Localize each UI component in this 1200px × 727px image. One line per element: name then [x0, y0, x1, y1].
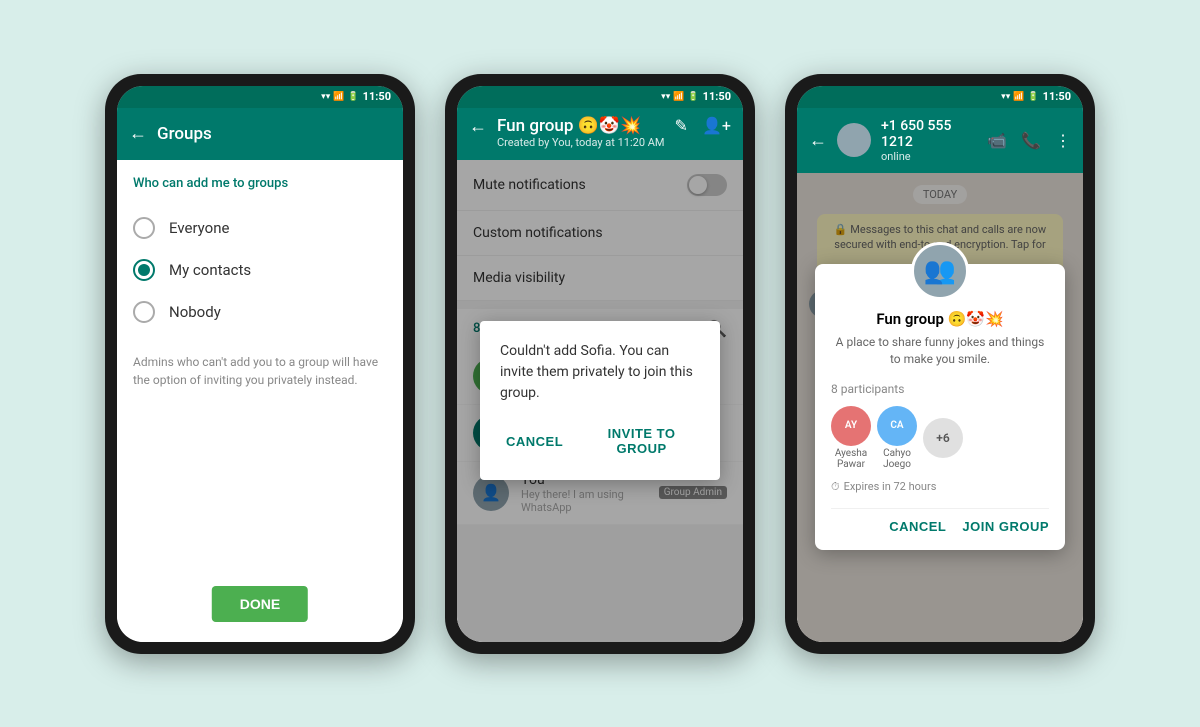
- radio-nobody[interactable]: Nobody: [133, 291, 387, 333]
- invite-description: A place to share funny jokes and things …: [831, 334, 1049, 368]
- status-time-2: 11:50: [703, 90, 731, 103]
- app-bar-group-info: Fun group 🙃🤡💥 Created by You, today at 1…: [497, 116, 665, 149]
- groups-content: Who can add me to groups Everyone My con…: [117, 160, 403, 405]
- screen-content-1: Who can add me to groups Everyone My con…: [117, 160, 403, 642]
- battery-icon: 🔋: [347, 92, 358, 102]
- wifi-icon-3: ▾▾: [1001, 92, 1010, 102]
- wifi-icon: ▾▾: [321, 92, 330, 102]
- video-call-icon[interactable]: 📹: [987, 131, 1007, 150]
- contact-number: +1 650 555 1212: [881, 118, 977, 150]
- back-button-1[interactable]: ←: [129, 123, 147, 144]
- radio-everyone[interactable]: Everyone: [133, 207, 387, 249]
- dialog-cancel-button[interactable]: CANCEL: [500, 422, 569, 460]
- back-button-2[interactable]: ←: [469, 116, 487, 137]
- dialog-overlay: Couldn't add Sofia. You can invite them …: [457, 160, 743, 642]
- screen-content-3: TODAY 🔒 Messages to this chat and calls …: [797, 173, 1083, 642]
- group-invite-overlay: 👥 Fun group 🙃🤡💥 A place to share funny j…: [797, 173, 1083, 642]
- signal-icon: 📶: [333, 92, 344, 102]
- app-bar-title-1: Groups: [157, 124, 391, 144]
- radio-dot-my-contacts: [138, 264, 150, 276]
- phone-3: ▾▾ 📶 🔋 11:50 ← +1 650 555 1212 online 📹 …: [785, 74, 1095, 654]
- phone-1: ▾▾ 📶 🔋 11:50 ← Groups Who can add me to …: [105, 74, 415, 654]
- contact-avatar: [837, 123, 871, 157]
- status-bar-2: ▾▾ 📶 🔋 11:50: [457, 86, 743, 108]
- edit-icon[interactable]: ✎: [675, 116, 688, 135]
- status-icons-3: ▾▾ 📶 🔋: [1001, 92, 1038, 102]
- invite-expiry: ⏱ Expires in 72 hours: [831, 480, 1049, 494]
- invite-group-avatar: 👥: [911, 242, 969, 300]
- radio-circle-nobody: [133, 301, 155, 323]
- invite-name-ayesha: AyeshaPawar: [835, 448, 867, 470]
- phone-call-icon[interactable]: 📞: [1021, 131, 1041, 150]
- radio-circle-my-contacts: [133, 259, 155, 281]
- status-icons-2: ▾▾ 📶 🔋: [661, 92, 698, 102]
- signal-icon-2: 📶: [673, 92, 684, 102]
- app-bar-1: ← Groups: [117, 108, 403, 160]
- status-bar-1: ▾▾ 📶 🔋 11:50: [117, 86, 403, 108]
- app-bar-icons-2: ✎ 👤+: [675, 116, 731, 135]
- status-icons-1: ▾▾ 📶 🔋: [321, 92, 358, 102]
- invite-avatar-cahyo: CA: [877, 406, 917, 446]
- invite-participants-count: 8 participants: [831, 382, 1049, 396]
- app-bar-3: ← +1 650 555 1212 online 📹 📞 ⋮: [797, 108, 1083, 173]
- phones-container: ▾▾ 📶 🔋 11:50 ← Groups Who can add me to …: [0, 54, 1200, 674]
- invite-avatar-ayesha: AY: [831, 406, 871, 446]
- join-group-button[interactable]: JOIN GROUP: [962, 519, 1049, 534]
- dialog-actions: CANCEL INVITE TO GROUP: [500, 422, 700, 460]
- radio-label-nobody: Nobody: [169, 303, 221, 321]
- battery-icon-2: 🔋: [687, 92, 698, 102]
- radio-my-contacts[interactable]: My contacts: [133, 249, 387, 291]
- groups-hint: Admins who can't add you to a group will…: [133, 353, 387, 389]
- dialog-box: Couldn't add Sofia. You can invite them …: [480, 321, 720, 480]
- app-bar-icons-3: 📹 📞 ⋮: [987, 131, 1071, 150]
- status-time-1: 11:50: [363, 90, 391, 103]
- signal-icon-3: 📶: [1013, 92, 1024, 102]
- invite-person-1: AY AyeshaPawar: [831, 406, 871, 470]
- group-invite-card: 👥 Fun group 🙃🤡💥 A place to share funny j…: [815, 264, 1065, 550]
- invite-name-cahyo: CahyoJoego: [883, 448, 911, 470]
- expiry-text: Expires in 72 hours: [844, 480, 937, 493]
- battery-icon-3: 🔋: [1027, 92, 1038, 102]
- radio-label-everyone: Everyone: [169, 219, 229, 237]
- invite-person-2: CA CahyoJoego: [877, 406, 917, 470]
- invite-avatars: AY AyeshaPawar CA CahyoJoego +6: [831, 406, 1049, 470]
- status-time-3: 11:50: [1043, 90, 1071, 103]
- wifi-icon-2: ▾▾: [661, 92, 670, 102]
- done-button[interactable]: DONE: [212, 586, 308, 622]
- back-button-3[interactable]: ←: [809, 130, 827, 151]
- dialog-invite-button[interactable]: INVITE TO GROUP: [583, 422, 700, 460]
- contact-status: online: [881, 150, 977, 163]
- invite-avatar-more: +6: [923, 418, 963, 458]
- invite-cancel-button[interactable]: CANCEL: [889, 519, 946, 534]
- more-options-icon[interactable]: ⋮: [1055, 131, 1071, 150]
- add-person-icon[interactable]: 👤+: [702, 116, 731, 135]
- group-created-by: Created by You, today at 11:20 AM: [497, 136, 665, 149]
- phone-2: ▾▾ 📶 🔋 11:50 ← Fun group 🙃🤡💥 Created by …: [445, 74, 755, 654]
- who-can-add-label: Who can add me to groups: [133, 176, 387, 191]
- radio-label-my-contacts: My contacts: [169, 261, 251, 279]
- screen-content-2: Mute notifications Custom notifications …: [457, 160, 743, 642]
- invite-group-name: Fun group 🙃🤡💥: [831, 310, 1049, 328]
- invite-person-more: +6: [923, 418, 963, 458]
- app-bar-2: ← Fun group 🙃🤡💥 Created by You, today at…: [457, 108, 743, 160]
- status-bar-3: ▾▾ 📶 🔋 11:50: [797, 86, 1083, 108]
- radio-circle-everyone: [133, 217, 155, 239]
- group-name-header: Fun group 🙃🤡💥: [497, 116, 665, 136]
- clock-icon: ⏱: [831, 480, 840, 494]
- contact-info: +1 650 555 1212 online: [881, 118, 977, 163]
- dialog-message: Couldn't add Sofia. You can invite them …: [500, 341, 700, 404]
- invite-actions: CANCEL JOIN GROUP: [831, 508, 1049, 534]
